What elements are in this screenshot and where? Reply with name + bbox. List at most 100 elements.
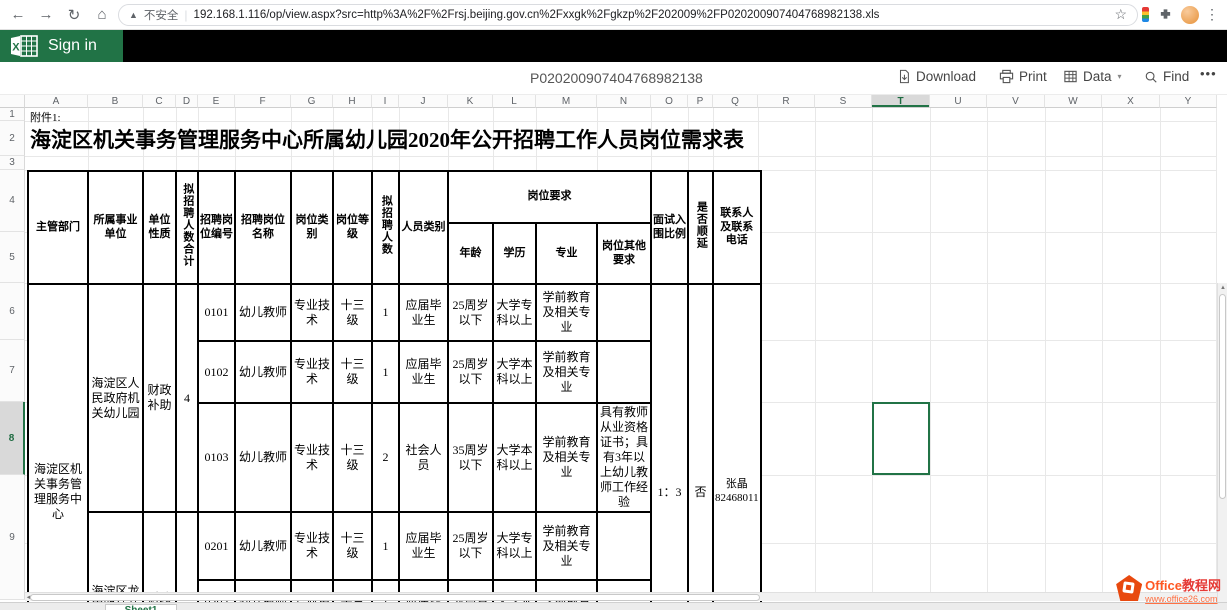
col-header-F[interactable]: F xyxy=(235,95,291,108)
cell-r3-count[interactable]: 2 xyxy=(372,403,399,512)
cell-r2-category[interactable]: 专业技术 xyxy=(291,341,333,403)
cell-r3-post[interactable]: 幼儿教师 xyxy=(235,403,291,512)
cell-r3-category[interactable]: 专业技术 xyxy=(291,403,333,512)
cell-department[interactable]: 海淀区机关事务管理服务中心 xyxy=(28,284,88,610)
cell-r4-grade[interactable]: 十三级 xyxy=(333,512,372,580)
col-header-W[interactable]: W xyxy=(1045,95,1102,108)
col-header-R[interactable]: R xyxy=(758,95,815,108)
select-all-corner[interactable] xyxy=(0,95,25,108)
download-button[interactable]: Download xyxy=(897,69,976,84)
th-other[interactable]: 岗位其他要求 xyxy=(597,223,651,284)
more-options-button[interactable]: ••• xyxy=(1200,66,1217,81)
cell-r3-grade[interactable]: 十三级 xyxy=(333,403,372,512)
th-age[interactable]: 年龄 xyxy=(448,223,493,284)
col-header-U[interactable]: U xyxy=(930,95,987,108)
cell-r1-age[interactable]: 25周岁以下 xyxy=(448,284,493,341)
cell-contact[interactable]: 张晶82468011 xyxy=(713,284,761,610)
col-header-H[interactable]: H xyxy=(333,95,372,108)
col-header-X[interactable]: X xyxy=(1102,95,1160,108)
cell-r4-person[interactable]: 应届毕业生 xyxy=(399,512,448,580)
th-count[interactable]: 拟招聘人数 xyxy=(372,171,399,284)
col-header-S[interactable]: S xyxy=(815,95,872,108)
forward-icon[interactable]: → xyxy=(34,3,58,27)
col-header-G[interactable]: G xyxy=(291,95,333,108)
th-code[interactable]: 招聘岗位编号 xyxy=(198,171,235,284)
extensions-puzzle-icon[interactable] xyxy=(1153,3,1177,27)
th-unit[interactable]: 所属事业单位 xyxy=(88,171,143,284)
browser-menu-icon[interactable]: ⋮ xyxy=(1203,6,1221,23)
cell-r1-category[interactable]: 专业技术 xyxy=(291,284,333,341)
col-header-T[interactable]: T xyxy=(872,95,930,108)
col-header-Q[interactable]: Q xyxy=(713,95,758,108)
home-icon[interactable]: ⌂ xyxy=(90,3,114,27)
cell-r3-person[interactable]: 社会人员 xyxy=(399,403,448,512)
row-header-2[interactable]: 2 xyxy=(0,121,25,156)
col-header-N[interactable]: N xyxy=(597,95,651,108)
th-postpone[interactable]: 是否顺延 xyxy=(688,171,713,284)
th-major[interactable]: 专业 xyxy=(536,223,597,284)
cell-r1-major[interactable]: 学前教育及相关专业 xyxy=(536,284,597,341)
cell-r3-major[interactable]: 学前教育及相关专业 xyxy=(536,403,597,512)
cell-r2-education[interactable]: 大学本科以上 xyxy=(493,341,536,403)
cell-r4-count[interactable]: 1 xyxy=(372,512,399,580)
cell-r4-post[interactable]: 幼儿教师 xyxy=(235,512,291,580)
profile-avatar[interactable] xyxy=(1181,6,1199,24)
row-header-9[interactable]: 9 xyxy=(0,475,25,600)
cell-r4-other[interactable] xyxy=(597,512,651,580)
th-education[interactable]: 学历 xyxy=(493,223,536,284)
extension-colored-icon[interactable] xyxy=(1142,7,1149,22)
col-header-K[interactable]: K xyxy=(448,95,493,108)
bookmark-star-icon[interactable]: ☆ xyxy=(1114,6,1127,23)
back-icon[interactable]: ← xyxy=(6,3,30,27)
col-header-D[interactable]: D xyxy=(176,95,198,108)
col-header-M[interactable]: M xyxy=(536,95,597,108)
address-bar[interactable]: ▲ 不安全 | 192.168.1.116/op/view.aspx?src=h… xyxy=(118,4,1138,26)
not-secure-label[interactable]: 不安全 xyxy=(144,7,179,23)
cell-r4-age[interactable]: 25周岁以下 xyxy=(448,512,493,580)
cell-r4-category[interactable]: 专业技术 xyxy=(291,512,333,580)
row-header-6[interactable]: 6 xyxy=(0,283,25,340)
cell-r4-education[interactable]: 大学专科以上 xyxy=(493,512,536,580)
cell-r2-post[interactable]: 幼儿教师 xyxy=(235,341,291,403)
vertical-scrollbar[interactable]: ▲ xyxy=(1217,283,1227,610)
col-header-O[interactable]: O xyxy=(651,95,688,108)
cell-r3-other[interactable]: 具有教师从业资格证书；具有3年以上幼儿教师工作经验 xyxy=(597,403,651,512)
col-header-P[interactable]: P xyxy=(688,95,713,108)
th-post-name[interactable]: 招聘岗位名称 xyxy=(235,171,291,284)
col-header-V[interactable]: V xyxy=(987,95,1045,108)
cell-r2-person[interactable]: 应届毕业生 xyxy=(399,341,448,403)
selected-cell-outline[interactable] xyxy=(872,402,930,475)
col-header-B[interactable]: B xyxy=(88,95,143,108)
col-header-L[interactable]: L xyxy=(493,95,536,108)
cell-ratio[interactable]: 1：3 xyxy=(651,284,688,610)
row-header-4[interactable]: 4 xyxy=(0,170,25,232)
url-text[interactable]: 192.168.1.116/op/view.aspx?src=http%3A%2… xyxy=(194,9,880,21)
cell-r1-code[interactable]: 0101 xyxy=(198,284,235,341)
col-header-I[interactable]: I xyxy=(372,95,399,108)
sheet-tab[interactable]: Sheet1 xyxy=(105,604,177,610)
cell-r2-grade[interactable]: 十三级 xyxy=(333,341,372,403)
sign-in-button[interactable]: Sign in xyxy=(48,37,97,55)
col-header-J[interactable]: J xyxy=(399,95,448,108)
th-category[interactable]: 岗位类别 xyxy=(291,171,333,284)
th-requirements[interactable]: 岗位要求 xyxy=(448,171,651,223)
cell-r1-person[interactable]: 应届毕业生 xyxy=(399,284,448,341)
row-header-3[interactable]: 3 xyxy=(0,156,25,170)
cell-group1-nature[interactable]: 财政补助 xyxy=(143,284,176,512)
row-header-5[interactable]: 5 xyxy=(0,232,25,283)
row-header-1[interactable]: 1 xyxy=(0,108,25,121)
refresh-icon[interactable]: ↻ xyxy=(62,3,86,27)
th-total[interactable]: 拟招聘人数合计 xyxy=(176,171,198,284)
cell-postpone[interactable]: 否 xyxy=(688,284,713,610)
cell-r1-education[interactable]: 大学专科以上 xyxy=(493,284,536,341)
row-header-7[interactable]: 7 xyxy=(0,340,25,402)
horizontal-scroll-thumb[interactable] xyxy=(30,594,760,601)
cell-group1-total[interactable]: 4 xyxy=(176,284,198,512)
cell-r1-other[interactable] xyxy=(597,284,651,341)
th-person-type[interactable]: 人员类别 xyxy=(399,171,448,284)
cell-r4-code[interactable]: 0201 xyxy=(198,512,235,580)
data-button[interactable]: Data ▾ xyxy=(1063,69,1122,84)
scroll-up-icon[interactable]: ▲ xyxy=(1218,283,1227,293)
vertical-scroll-thumb[interactable] xyxy=(1219,294,1226,499)
row-header-8[interactable]: 8 xyxy=(0,402,25,475)
